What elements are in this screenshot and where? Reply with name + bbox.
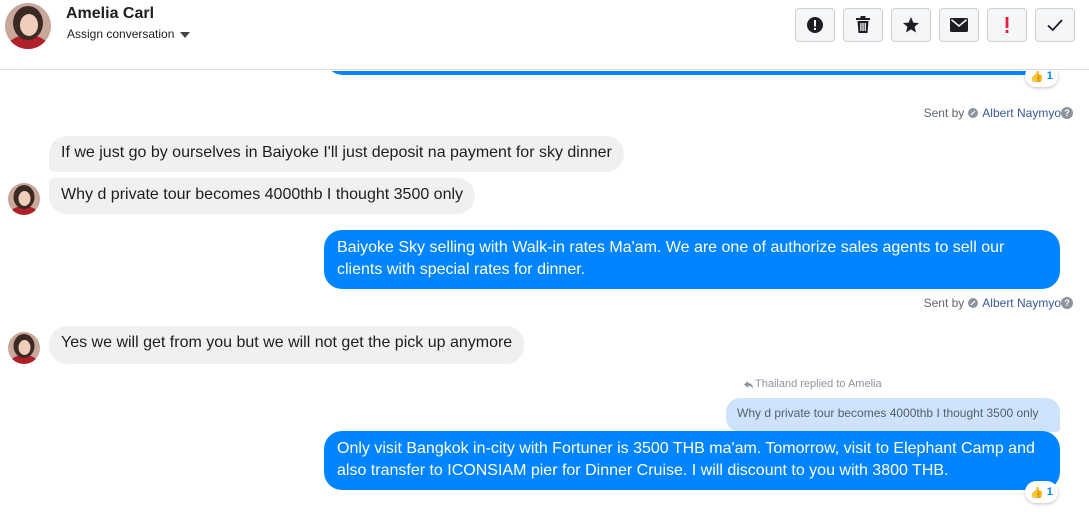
sender-avatar[interactable] <box>8 332 40 364</box>
message-text: If we just go by ourselves in Baiyoke I'… <box>61 144 612 161</box>
incoming-message-bubble: If we just go by ourselves in Baiyoke I'… <box>49 136 624 172</box>
caret-down-icon <box>180 32 191 38</box>
reaction-badge[interactable]: 👍 1 <box>1025 71 1058 87</box>
sent-by-prefix: Sent by <box>923 106 965 120</box>
agent-icon <box>968 108 979 118</box>
agent-name-link[interactable]: Albert Naymyo <box>982 106 1061 120</box>
outgoing-message-bubble: Baiyoke Sky selling with Walk-in rates M… <box>324 230 1060 289</box>
checkmark-icon <box>1047 19 1063 32</box>
outgoing-message-bubble-partial <box>325 71 1060 75</box>
agent-icon <box>968 298 979 308</box>
reaction-badge[interactable]: 👍 1 <box>1025 481 1058 503</box>
mark-unread-button[interactable] <box>939 8 979 42</box>
help-icon[interactable]: ? <box>1061 297 1073 309</box>
follow-up-button[interactable] <box>987 8 1027 42</box>
incoming-message-bubble: Yes we will get from you but we will not… <box>49 326 525 364</box>
quoted-message-bubble[interactable]: Why d private tour becomes 4000thb I tho… <box>726 398 1060 432</box>
agent-name-link[interactable]: Albert Naymyo <box>982 296 1061 310</box>
mark-spam-button[interactable] <box>795 8 835 42</box>
contact-name: Amelia Carl <box>66 5 155 22</box>
reaction-count: 1 <box>1046 486 1053 498</box>
reaction-count: 1 <box>1046 71 1053 82</box>
assign-conversation-dropdown[interactable]: Assign conversation <box>67 27 191 41</box>
conversation-header: Amelia Carl Assign conversation <box>0 0 1089 70</box>
star-button[interactable] <box>891 8 931 42</box>
exclamation-icon <box>1005 17 1009 33</box>
message-text: Yes we will get from you but we will not… <box>61 334 513 351</box>
star-icon <box>903 17 919 33</box>
message-text: Baiyoke Sky selling with Walk-in rates M… <box>337 239 1005 278</box>
thumbs-up-icon: 👍 <box>1030 486 1044 499</box>
reply-arrow-icon <box>744 380 753 388</box>
outgoing-message-bubble: Only visit Bangkok in-city with Fortuner… <box>324 431 1060 490</box>
sent-by-line: Sent by Albert Naymyo <box>924 296 1061 310</box>
sender-avatar[interactable] <box>8 183 40 215</box>
reply-note-text: Thailand replied to Amelia <box>755 378 882 390</box>
quoted-text: Why d private tour becomes 4000thb I tho… <box>737 406 1039 420</box>
trash-icon <box>856 16 870 33</box>
message-text: Only visit Bangkok in-city with Fortuner… <box>337 440 1035 479</box>
contact-avatar[interactable] <box>5 3 51 49</box>
envelope-icon <box>950 18 968 32</box>
conversation-actions <box>795 8 1075 42</box>
assign-conversation-label: Assign conversation <box>67 27 175 41</box>
delete-button[interactable] <box>843 8 883 42</box>
mark-done-button[interactable] <box>1035 8 1075 42</box>
thumbs-up-icon: 👍 <box>1030 71 1044 83</box>
reply-indicator: Thailand replied to Amelia <box>744 378 882 390</box>
incoming-message-bubble: Why d private tour becomes 4000thb I tho… <box>49 178 476 214</box>
help-icon[interactable]: ? <box>1061 107 1073 119</box>
sent-by-line: Sent by Albert Naymyo <box>924 106 1061 120</box>
message-thread[interactable]: 👍 1 Sent by Albert Naymyo ? If we just g… <box>0 71 1089 527</box>
sent-by-prefix: Sent by <box>923 296 965 310</box>
message-text: Why d private tour becomes 4000thb I tho… <box>61 186 464 203</box>
alert-circle-icon <box>807 17 823 33</box>
